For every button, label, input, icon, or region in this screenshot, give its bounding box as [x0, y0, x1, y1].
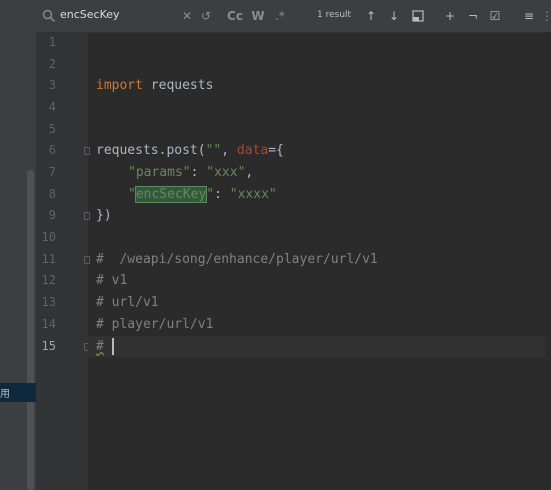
code-line-comment[interactable]: # url/v1 [96, 292, 159, 313]
call-text: requests.post( [96, 143, 206, 158]
code-editor[interactable]: import requests requests.post("", data={… [88, 32, 551, 490]
clear-search-icon[interactable]: ✕ [180, 7, 194, 25]
search-match-highlight: encSecKey [134, 186, 208, 203]
line-number: 10 [41, 230, 56, 244]
line-number-gutter: 1 2 3 4 5 6 7 8 9 10 11 12 13 14 15 [36, 32, 90, 490]
params-value: "xxx" [206, 165, 246, 180]
code-line-comment[interactable]: # v1 [96, 270, 127, 291]
brace-open: ={ [268, 143, 284, 158]
line-number: 3 [48, 78, 56, 92]
data-param: data [236, 143, 269, 158]
code-line-comment[interactable]: # player/url/v1 [96, 314, 213, 335]
previous-occurrence-icon[interactable]: ↑ [364, 7, 378, 25]
line-number: 12 [41, 273, 56, 287]
next-occurrence-icon[interactable]: ↓ [387, 7, 401, 25]
words-toggle[interactable]: W [250, 7, 266, 25]
line-number: 1 [48, 35, 56, 49]
line-number: 4 [48, 100, 56, 114]
line-number: 2 [48, 57, 56, 71]
code-line-comment-current[interactable]: # [96, 336, 104, 357]
history-icon[interactable]: ↺ [199, 7, 213, 25]
line-number: 11 [41, 252, 56, 266]
more-options-icon[interactable]: ⋮ [541, 7, 551, 25]
find-bar: encSecKey ✕ ↺ Cc W .* 1 result ↑ ↓ + ¬ ☑… [36, 0, 551, 33]
keyword-import: import [96, 78, 143, 93]
line-number: 7 [48, 165, 56, 179]
regex-toggle[interactable]: .* [272, 7, 288, 25]
url-string: "" [205, 143, 222, 158]
match-case-toggle[interactable]: Cc [226, 7, 244, 25]
remove-occurrence-icon[interactable]: ¬ [465, 7, 481, 25]
project-tree-selected-label: 用 [0, 389, 10, 400]
open-in-window-icon[interactable] [411, 7, 425, 25]
code-line-comment[interactable]: # /weapi/song/enhance/player/url/v1 [96, 249, 378, 270]
search-input[interactable]: encSecKey [60, 8, 120, 21]
result-count: 1 result [317, 10, 352, 20]
line-number: 6 [48, 143, 56, 157]
code-line-params[interactable]: "params": "xxx", [128, 162, 253, 183]
colon-text: : [214, 187, 230, 202]
module-name: requests [142, 78, 214, 93]
encseckey-value: "xxxx" [229, 187, 277, 202]
code-line-import[interactable]: import requests [96, 75, 213, 96]
comment-hash: # [96, 339, 104, 354]
params-key: "params" [128, 165, 191, 180]
select-all-occurrences-icon[interactable]: ☑ [487, 7, 503, 25]
line-number-current: 15 [41, 339, 56, 353]
quote-open: " [128, 187, 136, 202]
add-occurrence-icon[interactable]: + [442, 7, 458, 25]
project-panel-scrollbar[interactable] [27, 170, 34, 490]
current-line-highlight [88, 336, 551, 357]
line-number: 5 [48, 122, 56, 136]
code-line-encseckey[interactable]: "encSecKey": "xxxx" [128, 184, 277, 205]
line-number: 13 [41, 295, 56, 309]
colon-text: : [190, 165, 207, 180]
comma-text: , [221, 143, 237, 158]
line-number: 8 [48, 187, 56, 201]
filter-search-results-icon[interactable]: ≡ [521, 7, 537, 25]
line-number: 9 [48, 208, 56, 222]
quote-close: " [206, 187, 215, 202]
text-caret [112, 338, 114, 355]
code-line-post[interactable]: requests.post("", data={ [96, 140, 284, 161]
search-icon[interactable] [42, 7, 56, 25]
comma-text: , [245, 165, 254, 180]
line-number: 14 [41, 317, 56, 331]
code-line-close[interactable]: }) [96, 205, 112, 226]
editor-scrollbar[interactable] [545, 32, 551, 490]
